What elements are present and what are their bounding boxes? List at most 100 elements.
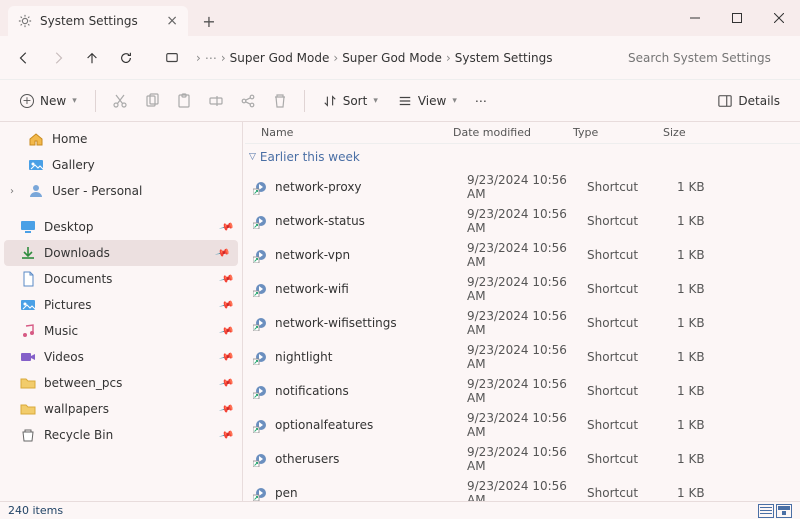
sidebar-item-label: Recycle Bin	[44, 428, 113, 442]
paste-button[interactable]	[170, 89, 198, 113]
copy-button[interactable]	[138, 89, 166, 113]
sidebar-item-desktop[interactable]: Desktop📌	[0, 214, 242, 240]
downloads-icon	[20, 245, 36, 261]
title-bar: System Settings × +	[0, 0, 800, 36]
chevron-right-icon: ›	[333, 51, 338, 65]
sidebar-item-home[interactable]: Home	[0, 126, 242, 152]
share-button[interactable]	[234, 89, 262, 113]
shortcut-icon	[253, 213, 269, 229]
sidebar-item-gallery[interactable]: Gallery	[0, 152, 242, 178]
location-icon[interactable]	[156, 42, 188, 74]
column-date[interactable]: Date modified	[453, 126, 573, 139]
file-row[interactable]: nightlight9/23/2024 10:56 AMShortcut1 KB	[245, 340, 800, 374]
sidebar-item-label: Gallery	[52, 158, 95, 172]
sidebar-item-user-personal[interactable]: ›User - Personal	[0, 178, 242, 204]
thumbnails-view-button[interactable]	[776, 504, 792, 518]
shortcut-icon	[253, 315, 269, 331]
refresh-button[interactable]	[110, 42, 142, 74]
file-name: pen	[275, 486, 467, 500]
pictures-icon	[20, 297, 36, 313]
divider	[304, 90, 305, 112]
new-tab-button[interactable]: +	[192, 6, 226, 36]
group-label: Earlier this week	[260, 150, 360, 164]
breadcrumb-segment[interactable]: System Settings	[455, 51, 553, 65]
folder-icon	[20, 401, 36, 417]
view-button[interactable]: View ▾	[390, 90, 465, 112]
file-row[interactable]: network-vpn9/23/2024 10:56 AMShortcut1 K…	[245, 238, 800, 272]
cut-button[interactable]	[106, 89, 134, 113]
column-size[interactable]: Size	[663, 126, 723, 139]
tab-close-button[interactable]: ×	[166, 13, 178, 29]
file-size: 1 KB	[677, 486, 737, 500]
file-list[interactable]: Name Date modified Type Size ▽ Earlier t…	[245, 122, 800, 501]
delete-button[interactable]	[266, 89, 294, 113]
sidebar-item-documents[interactable]: Documents 📌	[0, 266, 242, 292]
new-button[interactable]: + New ▾	[12, 90, 85, 112]
navigation-bar: › ⋯ › Super God Mode › Super God Mode › …	[0, 36, 800, 80]
more-button[interactable]: ⋯	[469, 90, 493, 112]
search-input[interactable]	[622, 45, 792, 71]
column-headers[interactable]: Name Date modified Type Size	[245, 122, 800, 144]
file-type: Shortcut	[587, 180, 677, 194]
details-label: Details	[738, 94, 780, 108]
pin-icon: 📌	[218, 349, 234, 365]
file-name: network-wifisettings	[275, 316, 467, 330]
file-type: Shortcut	[587, 282, 677, 296]
view-toggle	[758, 504, 792, 518]
sidebar-item-label: Home	[52, 132, 87, 146]
sidebar-item-label: Documents	[44, 272, 112, 286]
sidebar-item-between_pcs[interactable]: between_pcs📌	[0, 370, 242, 396]
tab-system-settings[interactable]: System Settings ×	[8, 6, 188, 36]
home-icon	[28, 131, 44, 147]
file-size: 1 KB	[677, 350, 737, 364]
more-crumb[interactable]: ⋯	[205, 51, 217, 65]
breadcrumb: › ⋯ › Super God Mode › Super God Mode › …	[196, 51, 553, 65]
file-row[interactable]: otherusers9/23/2024 10:56 AMShortcut1 KB	[245, 442, 800, 476]
back-button[interactable]	[8, 42, 40, 74]
close-button[interactable]	[758, 0, 800, 36]
sidebar-item-label: Music	[44, 324, 78, 338]
details-view-button[interactable]	[758, 504, 774, 518]
breadcrumb-segment[interactable]: Super God Mode	[342, 51, 442, 65]
sidebar-item-downloads[interactable]: Downloads📌	[4, 240, 238, 266]
column-name[interactable]: Name	[253, 126, 453, 139]
sidebar-item-videos[interactable]: Videos📌	[0, 344, 242, 370]
group-header[interactable]: ▽ Earlier this week	[245, 144, 800, 170]
rename-button[interactable]	[202, 89, 230, 113]
pin-icon: 📌	[218, 271, 234, 287]
settings-icon	[18, 14, 32, 28]
sidebar-item-label: User - Personal	[52, 184, 142, 198]
sidebar-item-label: Pictures	[44, 298, 92, 312]
chevron-right-icon: ›	[446, 51, 451, 65]
pin-icon: 📌	[218, 297, 234, 313]
sidebar-item-recycle-bin[interactable]: Recycle Bin📌	[0, 422, 242, 448]
item-count: 240 items	[8, 504, 63, 517]
navigation-pane[interactable]: HomeGallery›User - PersonalDesktop📌Downl…	[0, 122, 242, 501]
column-type[interactable]: Type	[573, 126, 663, 139]
sidebar-item-pictures[interactable]: Pictures 📌	[0, 292, 242, 318]
file-row[interactable]: optionalfeatures9/23/2024 10:56 AMShortc…	[245, 408, 800, 442]
sidebar-item-label: between_pcs	[44, 376, 122, 390]
details-button[interactable]: Details	[710, 90, 788, 112]
file-date: 9/23/2024 10:56 AM	[467, 445, 587, 473]
up-button[interactable]	[76, 42, 108, 74]
shortcut-icon	[253, 417, 269, 433]
file-date: 9/23/2024 10:56 AM	[467, 479, 587, 501]
maximize-button[interactable]	[716, 0, 758, 36]
file-row[interactable]: notifications9/23/2024 10:56 AMShortcut1…	[245, 374, 800, 408]
file-row[interactable]: network-proxy9/23/2024 10:56 AMShortcut1…	[245, 170, 800, 204]
file-row[interactable]: network-status9/23/2024 10:56 AMShortcut…	[245, 204, 800, 238]
file-row[interactable]: network-wifi9/23/2024 10:56 AMShortcut1 …	[245, 272, 800, 306]
forward-button[interactable]	[42, 42, 74, 74]
minimize-button[interactable]	[674, 0, 716, 36]
breadcrumb-segment[interactable]: Super God Mode	[230, 51, 330, 65]
desktop-icon	[20, 219, 36, 235]
file-date: 9/23/2024 10:56 AM	[467, 377, 587, 405]
sidebar-item-music[interactable]: Music📌	[0, 318, 242, 344]
file-row[interactable]: pen9/23/2024 10:56 AMShortcut1 KB	[245, 476, 800, 501]
sidebar-item-wallpapers[interactable]: wallpapers📌	[0, 396, 242, 422]
file-row[interactable]: network-wifisettings9/23/2024 10:56 AMSh…	[245, 306, 800, 340]
file-size: 1 KB	[677, 180, 737, 194]
sort-button[interactable]: Sort ▾	[315, 90, 386, 112]
sidebar-item-label: Desktop	[44, 220, 94, 234]
